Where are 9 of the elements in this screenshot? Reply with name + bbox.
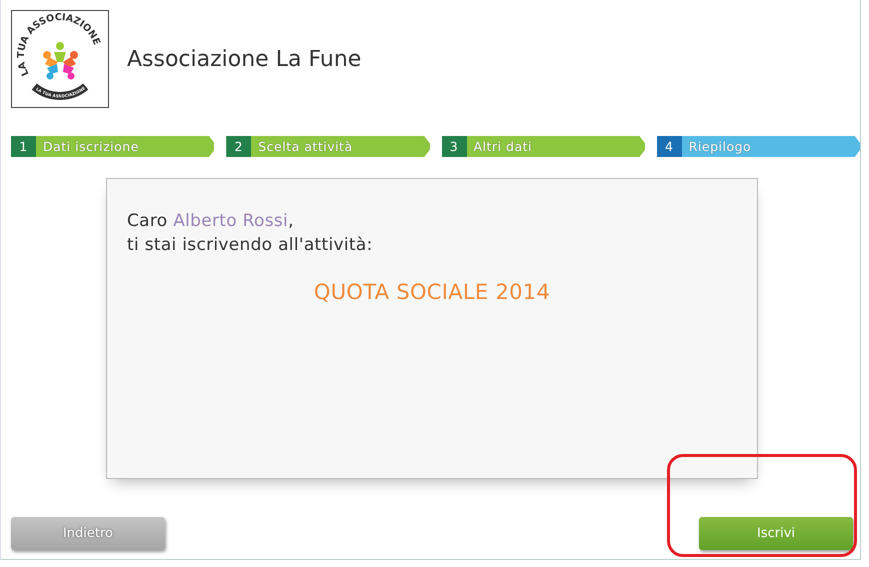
wizard-step[interactable]: 2 Scelta attività (226, 136, 430, 157)
wizard-step[interactable]: 3 Altri dati (442, 136, 645, 157)
activity-name: QUOTA SOCIALE 2014 (312, 280, 552, 304)
greeting-text: Caro Alberto Rossi, (127, 211, 295, 231)
wizard-step[interactable]: 1 Dati iscrizione (11, 136, 214, 157)
enrolment-text: ti stai iscrivendo all'attività: (127, 235, 374, 255)
wizard-step[interactable]: 4 Riepilogo (656, 136, 860, 157)
submit-button[interactable]: Iscrivi (699, 517, 853, 550)
association-title: Associazione La Fune (127, 46, 362, 72)
